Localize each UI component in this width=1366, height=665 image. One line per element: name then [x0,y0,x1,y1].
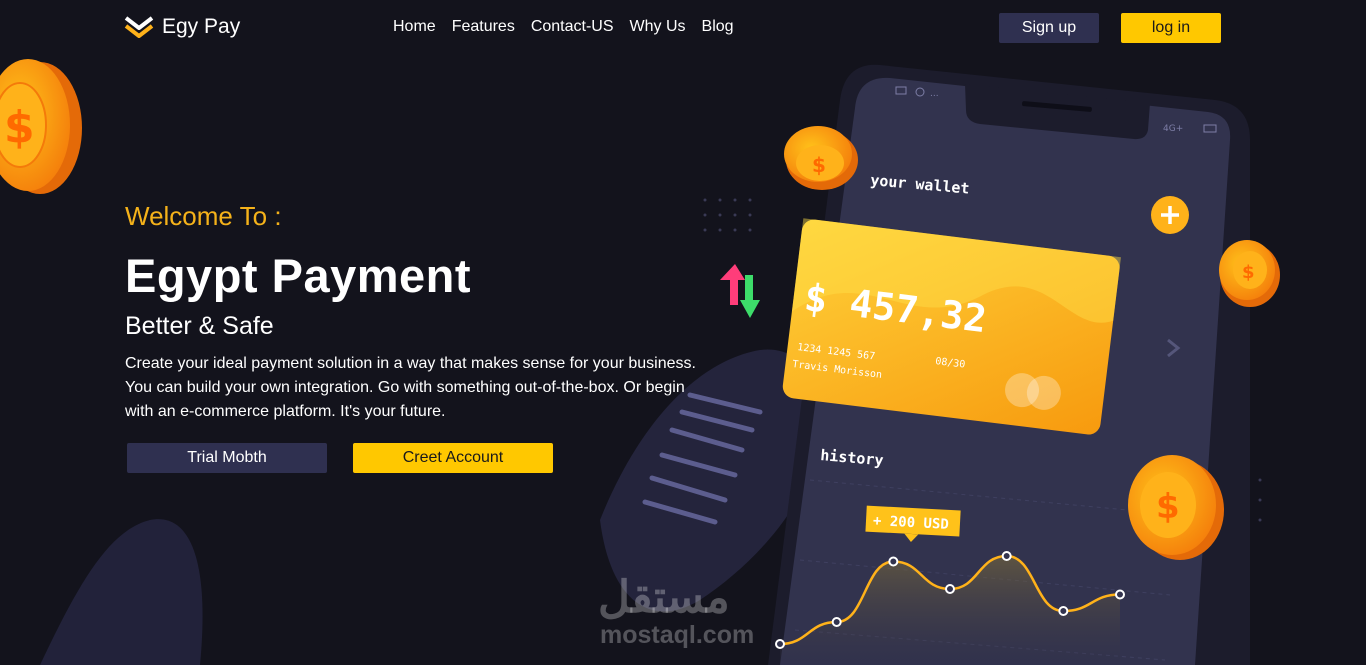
chart-point [775,639,785,649]
brand-name: Egy Pay [162,15,241,38]
coin-icon: $ [1128,455,1224,560]
chart-point [945,584,955,594]
chart-tooltip-text: + 200 USD [873,513,950,533]
nav-item-contact[interactable]: Contact-US [531,18,614,36]
chart-point [1115,589,1125,600]
chart-point [888,556,899,567]
card-number: 1234 1245 567 [797,342,876,362]
watermark-arabic: مستقل [598,573,730,622]
status-bar-icons: ... 4G+ [895,86,1217,134]
nav-item-features[interactable]: Features [452,18,515,36]
hero-subtitle: Better & Safe [125,312,274,340]
chart-point [831,617,842,627]
svg-text:$: $ [1156,487,1180,527]
history-label: history [820,446,885,469]
svg-text:$: $ [4,102,35,153]
history-chart-area [780,556,1120,665]
card-holder: Travis Morisson [792,359,883,381]
coin-icon: $ [0,59,82,194]
background-wave [40,519,203,665]
svg-text:$: $ [812,153,826,177]
coin-icon: $ [784,126,858,190]
logo-icon [124,16,154,38]
dot-grid [703,198,1262,522]
coin-icon: $ [1219,240,1280,307]
wallet-label: your wallet [870,171,971,198]
add-button-shape [1151,196,1189,234]
main-nav: Home Features Contact-US Why Us Blog [393,18,734,36]
hero-description: Create your ideal payment solution in a … [125,355,696,420]
watermark-latin: mostaql.com [600,621,755,649]
phone-mockup [768,64,1250,665]
hero-welcome: Welcome To : [125,201,282,231]
svg-text:...: ... [930,89,939,99]
nav-item-home[interactable]: Home [393,18,436,36]
history-chart-points [775,551,1125,649]
chart-tooltip [865,505,961,542]
trial-button[interactable]: Trial Mobth [127,443,327,473]
signup-button[interactable]: Sign up [999,13,1099,43]
chart-point [1001,551,1012,561]
nav-item-why-us[interactable]: Why Us [630,18,686,36]
brand-logo[interactable]: Egy Pay [124,14,240,40]
card-expiry: 08/30 [935,356,966,371]
hero-title: Egypt Payment [125,249,472,302]
transfer-arrows-icon [720,264,760,318]
create-account-button[interactable]: Creet Account [353,443,553,473]
svg-text:4G+: 4G+ [1163,124,1183,134]
wallet-card-bg [782,218,1121,435]
history-chart-line [779,554,1121,646]
svg-text:$: $ [1242,262,1255,283]
login-button[interactable]: log in [1121,13,1221,43]
chart-point [1058,606,1069,616]
nav-item-blog[interactable]: Blog [702,18,734,36]
card-balance: $ 457,32 [802,275,989,341]
